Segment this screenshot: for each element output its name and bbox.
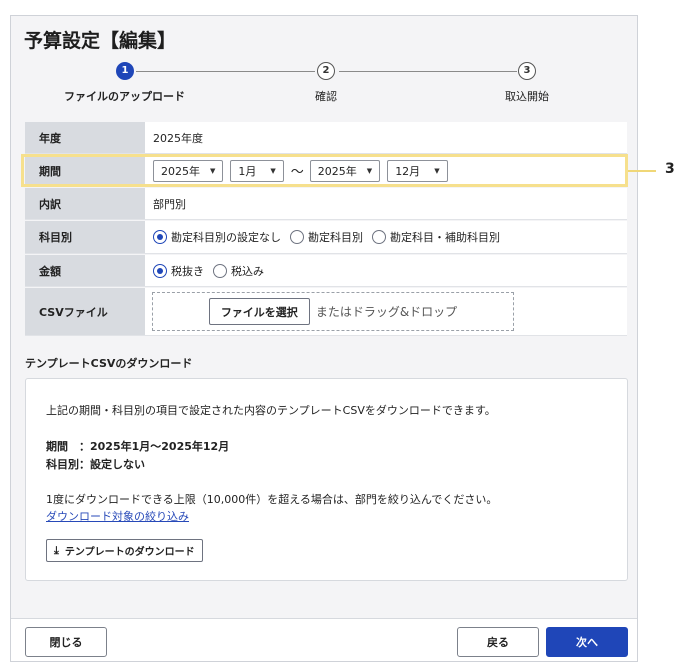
breakdown-value: 部門別 [145, 188, 627, 219]
radio-empty-icon [213, 263, 227, 278]
radio-label: 勘定科目別の設定なし [171, 231, 281, 244]
close-button[interactable]: 閉じる [25, 627, 107, 657]
back-button[interactable]: 戻る [457, 627, 539, 657]
caret-down-icon: ▼ [210, 166, 216, 175]
radio-label: 税込み [231, 264, 264, 278]
period-separator: ～ [290, 165, 304, 180]
page-title: 予算設定【編集】 [24, 30, 177, 52]
download-icon: ⤓ [54, 543, 59, 557]
start-month-value: 1月 [238, 164, 257, 178]
step-connector [136, 71, 315, 72]
radio-label: 勘定科目別 [308, 231, 363, 244]
caret-down-icon: ▼ [270, 166, 276, 175]
template-limit-note: 1度にダウンロードできる上限（10,000件）を超える場合は、部門を絞り込んでく… [46, 493, 498, 506]
step-2-circle: 2 [317, 62, 335, 80]
radio-empty-icon [290, 230, 304, 244]
radio-account-none[interactable]: 勘定科目別の設定なし [153, 229, 281, 245]
year-label: 年度 [25, 122, 145, 153]
account-label: 科目別 [25, 221, 145, 253]
radio-tax-included[interactable]: 税込み [213, 263, 264, 279]
csv-drop-zone[interactable]: ファイルを選択 またはドラッグ&ドロップ [152, 292, 514, 331]
amount-options: 税抜き 税込み [145, 255, 627, 286]
amount-label: 金額 [25, 255, 145, 286]
end-month-value: 12月 [395, 164, 421, 178]
csv-label: CSVファイル [25, 288, 145, 335]
callout-line [628, 170, 656, 172]
year-value: 2025年度 [145, 122, 627, 153]
dialog-footer: 閉じる 戻る 次へ [11, 618, 637, 661]
radio-label: 勘定科目・補助科目別 [390, 231, 500, 244]
radio-label: 税抜き [171, 264, 204, 278]
step-3-circle: 3 [518, 62, 536, 80]
row-period: 期間 2025年 ▼ 1月 ▼ ～ 2025年 ▼ 12月 ▼ [25, 155, 627, 187]
caret-down-icon: ▼ [434, 166, 440, 175]
template-account: 科目別：設定しない [46, 458, 145, 471]
row-account: 科目別 勘定科目別の設定なし 勘定科目別 勘定科目・補助科目別 [25, 221, 627, 254]
template-card: 上記の期間・科目別の項目で設定された内容のテンプレートCSVをダウンロードできま… [25, 378, 628, 581]
breakdown-label: 内訳 [25, 188, 145, 219]
row-amount: 金額 税抜き 税込み [25, 255, 627, 287]
template-section-title: テンプレートCSVのダウンロード [25, 357, 193, 370]
step-2-label: 確認 [315, 90, 337, 103]
caret-down-icon: ▼ [366, 166, 373, 175]
filter-link[interactable]: ダウンロード対象の絞り込み [46, 508, 189, 524]
radio-account-by-account[interactable]: 勘定科目別 [290, 229, 363, 245]
step-3-label: 取込開始 [505, 90, 549, 103]
row-breakdown: 内訳 部門別 [25, 188, 627, 220]
end-year-select[interactable]: 2025年 ▼ [309, 159, 381, 182]
end-year-value: 2025年 [317, 164, 357, 178]
callout-number: 3 [665, 161, 675, 177]
account-options: 勘定科目別の設定なし 勘定科目別 勘定科目・補助科目別 [145, 221, 627, 253]
template-description: 上記の期間・科目別の項目で設定された内容のテンプレートCSVをダウンロードできま… [46, 404, 496, 417]
start-year-value: 2025年 [161, 164, 200, 178]
start-year-select[interactable]: 2025年 ▼ [153, 159, 224, 182]
start-month-select[interactable]: 1月 ▼ [230, 159, 284, 182]
period-label: 期間 [25, 155, 145, 186]
step-1-circle: 1 [116, 62, 134, 80]
radio-selected-icon [153, 230, 167, 244]
next-button[interactable]: 次へ [546, 627, 628, 657]
step-1-label: ファイルのアップロード [64, 90, 185, 103]
template-period: 期間 ：2025年1月～2025年12月 [46, 440, 230, 453]
radio-tax-excluded[interactable]: 税抜き [153, 263, 204, 279]
drop-hint: またはドラッグ&ドロップ [315, 305, 458, 319]
radio-account-by-sub-account[interactable]: 勘定科目・補助科目別 [372, 229, 500, 245]
row-csv: CSVファイル ファイルを選択 またはドラッグ&ドロップ [25, 288, 627, 336]
download-button-label: テンプレートのダウンロード [64, 547, 195, 558]
row-year: 年度 2025年度 [25, 122, 627, 154]
end-month-select[interactable]: 12月 ▼ [387, 159, 448, 182]
step-connector [339, 71, 517, 72]
csv-value: ファイルを選択 またはドラッグ&ドロップ [145, 288, 627, 335]
choose-file-button[interactable]: ファイルを選択 [208, 298, 310, 325]
period-value: 2025年 ▼ 1月 ▼ ～ 2025年 ▼ 12月 ▼ [145, 155, 627, 186]
radio-selected-icon [153, 263, 167, 278]
template-download-button[interactable]: ⤓ テンプレートのダウンロード [46, 539, 203, 562]
radio-empty-icon [372, 230, 386, 244]
